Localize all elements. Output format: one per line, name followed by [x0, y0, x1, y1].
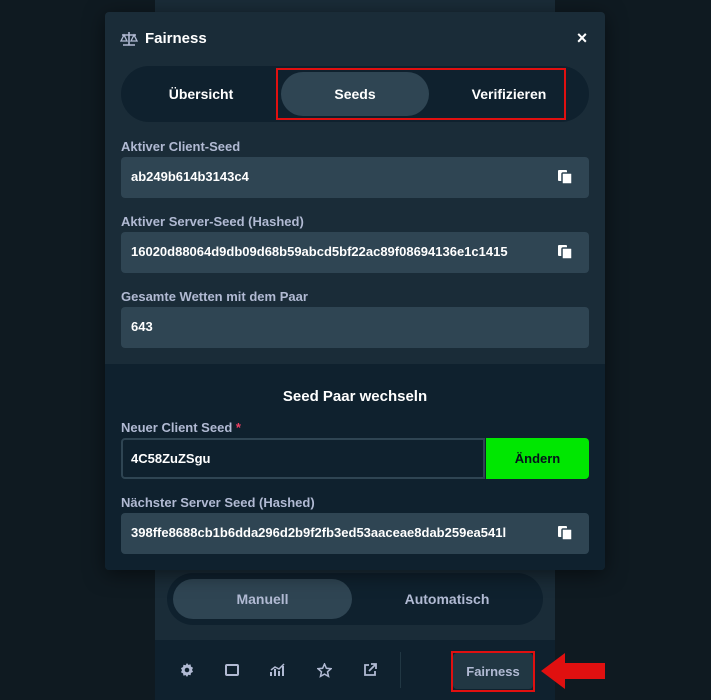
new-client-seed-input[interactable]: 4C58ZuZSgu [121, 438, 485, 479]
mode-auto-button[interactable]: Automatisch [357, 579, 537, 619]
modal-header: Fairness × [105, 12, 605, 67]
close-button[interactable]: × [575, 29, 589, 47]
section-title: Seed Paar wechseln [282, 388, 428, 405]
popout-icon[interactable] [361, 661, 379, 679]
highlight-box-tabs [276, 68, 566, 120]
server-seed-value: 16020d88064d9db09d68b59abcd5bf22ac89f086… [131, 244, 508, 259]
new-client-seed-value: 4C58ZuZSgu [131, 451, 211, 466]
gear-icon[interactable] [178, 661, 196, 679]
client-seed-field: ab249b614b3143c4 [121, 157, 589, 198]
star-icon[interactable] [315, 661, 333, 679]
bet-mode-toggle: Manuell Automatisch [167, 573, 543, 625]
required-mark: * [235, 420, 241, 435]
total-bets-label: Gesamte Wetten mit dem Paar [121, 289, 308, 304]
next-server-seed-field: 398ffe8688cb1b6dda296d2b9f2fb3ed53aaceae… [121, 513, 589, 554]
client-seed-label: Aktiver Client-Seed [121, 139, 241, 154]
highlight-box-fairness [451, 651, 535, 692]
footer-divider [400, 652, 401, 688]
theater-mode-icon[interactable] [223, 661, 241, 679]
scale-icon [120, 32, 138, 46]
copy-icon[interactable] [557, 244, 573, 260]
client-seed-value: ab249b614b3143c4 [131, 169, 249, 184]
modal-title: Fairness [145, 30, 207, 47]
change-button[interactable]: Ändern [486, 438, 589, 479]
total-bets-field: 643 [121, 307, 589, 348]
arrow-left-icon [541, 653, 605, 689]
next-server-seed-value: 398ffe8688cb1b6dda296d2b9f2fb3ed53aaceae… [131, 525, 507, 540]
server-seed-field: 16020d88064d9db09d68b59abcd5bf22ac89f086… [121, 232, 589, 273]
copy-icon[interactable] [557, 169, 573, 185]
next-server-seed-label: Nächster Server Seed (Hashed) [121, 495, 315, 510]
change-seed-section: Seed Paar wechseln Neuer Client Seed * 4… [105, 364, 605, 570]
copy-icon[interactable] [557, 525, 573, 541]
new-client-seed-label-text: Neuer Client Seed [121, 420, 233, 435]
server-seed-label: Aktiver Server-Seed (Hashed) [121, 214, 304, 229]
mode-manual-button[interactable]: Manuell [173, 579, 352, 619]
new-client-seed-label: Neuer Client Seed * [121, 420, 241, 435]
tab-overview[interactable]: Übersicht [127, 72, 275, 116]
stats-icon[interactable] [269, 661, 287, 679]
fairness-modal: Fairness × Übersicht Seeds Verifizieren … [105, 12, 605, 570]
total-bets-value: 643 [131, 319, 153, 334]
